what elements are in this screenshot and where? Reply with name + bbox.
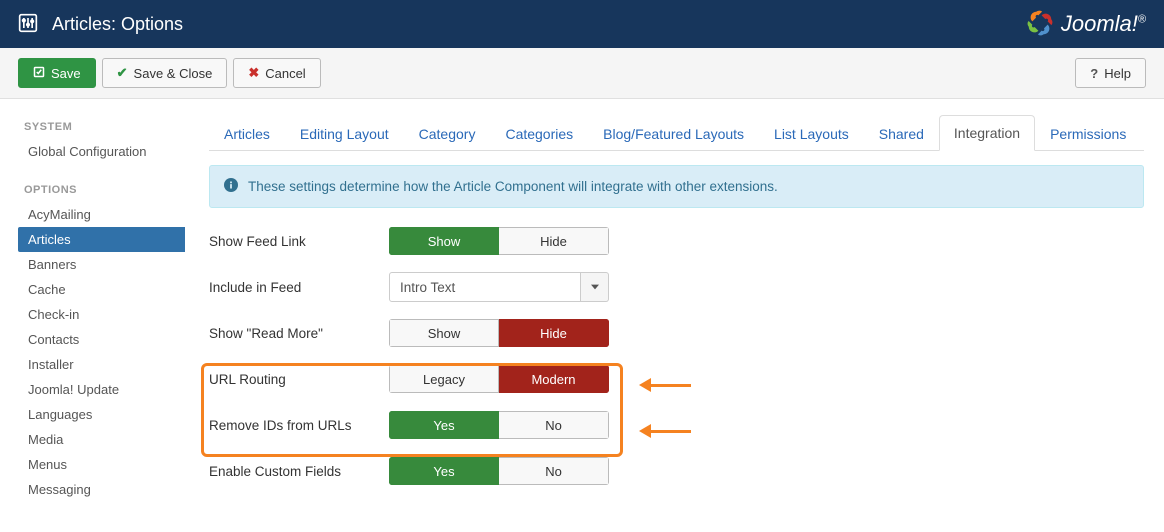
toolbar: Save ✔ Save & Close ✖ Cancel ? Help: [0, 48, 1164, 99]
sidebar-item-acymailing[interactable]: AcyMailing: [18, 202, 185, 227]
tab-list-layouts[interactable]: List Layouts: [759, 116, 864, 151]
sidebar-item-media[interactable]: Media: [18, 427, 185, 452]
check-icon: [33, 66, 45, 81]
seg-remove-ids: YesNo: [389, 411, 609, 439]
cancel-button[interactable]: ✖ Cancel: [233, 58, 320, 88]
seg-option-show[interactable]: Show: [389, 319, 499, 347]
close-icon: ✖: [248, 65, 259, 81]
sidebar-item-articles[interactable]: Articles: [18, 227, 185, 252]
check-icon: ✔: [117, 65, 128, 81]
form-rows: Show Feed Link ShowHide Include in Feed …: [209, 226, 1144, 486]
brand-name: Joomla!®: [1061, 11, 1146, 37]
sidebar-item-languages[interactable]: Languages: [18, 402, 185, 427]
sidebar-item-contacts[interactable]: Contacts: [18, 327, 185, 352]
save-close-button[interactable]: ✔ Save & Close: [102, 58, 228, 88]
sidebar-header: OPTIONS: [18, 180, 185, 202]
row-show-read-more: Show "Read More" ShowHide: [209, 318, 1144, 348]
label-include-in-feed: Include in Feed: [209, 280, 389, 295]
info-icon: [224, 178, 238, 195]
save-label: Save: [51, 66, 81, 81]
tab-permissions[interactable]: Permissions: [1035, 116, 1141, 151]
row-include-in-feed: Include in Feed Intro Text: [209, 272, 1144, 302]
sidebar-item-check-in[interactable]: Check-in: [18, 302, 185, 327]
question-icon: ?: [1090, 66, 1098, 81]
sidebar-item-installer[interactable]: Installer: [18, 352, 185, 377]
sidebar-item-menus[interactable]: Menus: [18, 452, 185, 477]
select-value: Intro Text: [389, 272, 581, 302]
seg-option-hide[interactable]: Hide: [499, 227, 609, 255]
seg-option-hide[interactable]: Hide: [499, 319, 609, 347]
select-include-in-feed[interactable]: Intro Text: [389, 272, 609, 302]
equalizer-icon: [18, 13, 38, 36]
tab-categories[interactable]: Categories: [490, 116, 588, 151]
seg-url-routing: LegacyModern: [389, 365, 609, 393]
seg-option-no[interactable]: No: [499, 411, 609, 439]
row-url-routing: URL Routing LegacyModern: [209, 364, 1144, 394]
sidebar-item-banners[interactable]: Banners: [18, 252, 185, 277]
seg-option-legacy[interactable]: Legacy: [389, 365, 499, 393]
chevron-down-icon[interactable]: [581, 272, 609, 302]
seg-option-yes[interactable]: Yes: [389, 457, 499, 485]
save-close-label: Save & Close: [134, 66, 213, 81]
seg-enable-custom-fields: YesNo: [389, 457, 609, 485]
topbar: Articles: Options Joomla!®: [0, 0, 1164, 48]
joomla-logo-icon: [1025, 8, 1055, 41]
help-button[interactable]: ? Help: [1075, 58, 1146, 88]
main: ArticlesEditing LayoutCategoryCategories…: [185, 99, 1164, 532]
cancel-label: Cancel: [265, 66, 305, 81]
tab-category[interactable]: Category: [404, 116, 491, 151]
sidebar-item-messaging[interactable]: Messaging: [18, 477, 185, 502]
tab-shared[interactable]: Shared: [864, 116, 939, 151]
topbar-left: Articles: Options: [18, 13, 183, 36]
tab-editing-layout[interactable]: Editing Layout: [285, 116, 404, 151]
seg-option-modern[interactable]: Modern: [499, 365, 609, 393]
sidebar-item-joomla-update[interactable]: Joomla! Update: [18, 377, 185, 402]
label-remove-ids: Remove IDs from URLs: [209, 418, 389, 433]
tabs: ArticlesEditing LayoutCategoryCategories…: [209, 115, 1144, 151]
save-button[interactable]: Save: [18, 58, 96, 88]
tab-integration[interactable]: Integration: [939, 115, 1035, 151]
info-box: These settings determine how the Article…: [209, 165, 1144, 208]
tab-blog-featured-layouts[interactable]: Blog/Featured Layouts: [588, 116, 759, 151]
sidebar-item-global-configuration[interactable]: Global Configuration: [18, 139, 185, 164]
brand: Joomla!®: [1025, 8, 1146, 41]
row-show-feed-link: Show Feed Link ShowHide: [209, 226, 1144, 256]
row-remove-ids: Remove IDs from URLs YesNo: [209, 410, 1144, 440]
seg-option-no[interactable]: No: [499, 457, 609, 485]
label-show-read-more: Show "Read More": [209, 326, 389, 341]
seg-show-feed-link: ShowHide: [389, 227, 609, 255]
sidebar: SYSTEMGlobal Configuration OPTIONSAcyMail…: [0, 99, 185, 532]
sidebar-header: SYSTEM: [18, 117, 185, 139]
label-enable-custom-fields: Enable Custom Fields: [209, 464, 389, 479]
seg-option-show[interactable]: Show: [389, 227, 499, 255]
seg-option-yes[interactable]: Yes: [389, 411, 499, 439]
page-title: Articles: Options: [52, 14, 183, 35]
seg-show-read-more: ShowHide: [389, 319, 609, 347]
label-url-routing: URL Routing: [209, 372, 389, 387]
sidebar-item-cache[interactable]: Cache: [18, 277, 185, 302]
label-show-feed-link: Show Feed Link: [209, 234, 389, 249]
help-label: Help: [1104, 66, 1131, 81]
info-text: These settings determine how the Article…: [248, 179, 778, 194]
tab-articles[interactable]: Articles: [209, 116, 285, 151]
row-enable-custom-fields: Enable Custom Fields YesNo: [209, 456, 1144, 486]
